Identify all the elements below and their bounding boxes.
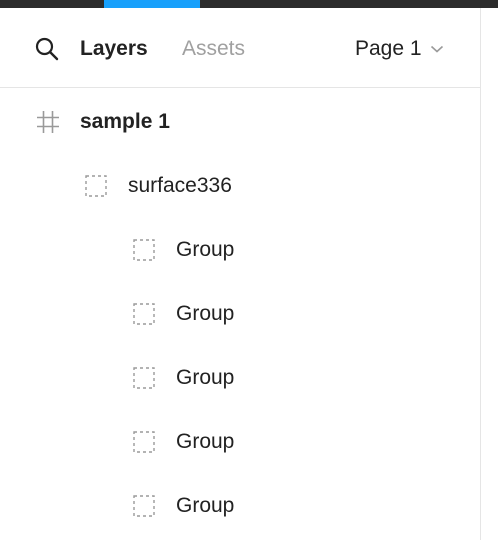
layer-name: Group <box>176 366 235 389</box>
tab-assets[interactable]: Assets <box>182 36 245 62</box>
layers-panel-window: Layers Assets Page 1 sample 1 surface336… <box>0 0 498 540</box>
active-tool-indicator <box>104 0 200 8</box>
group-dashed-icon <box>133 367 155 389</box>
layer-row-group[interactable]: Group <box>0 474 480 538</box>
layer-row-group[interactable]: Group <box>0 346 480 410</box>
panel-header: Layers Assets Page 1 <box>0 8 480 88</box>
group-dashed-icon <box>133 431 155 453</box>
layer-name: Group <box>176 494 235 517</box>
panel-right-border <box>480 8 481 540</box>
page-selector-label: Page 1 <box>355 37 422 60</box>
layer-row-surface336[interactable]: surface336 <box>0 154 480 218</box>
layer-name: Group <box>176 302 235 325</box>
layer-name: sample 1 <box>80 110 170 133</box>
layer-row-sample-1[interactable]: sample 1 <box>0 90 480 154</box>
layer-row-group[interactable]: Group <box>0 218 480 282</box>
group-dashed-icon <box>133 495 155 517</box>
group-dashed-icon <box>133 303 155 325</box>
search-icon[interactable] <box>34 36 60 62</box>
page-selector[interactable]: Page 1 <box>355 36 444 62</box>
group-dashed-icon <box>133 239 155 261</box>
chevron-down-icon <box>430 45 443 53</box>
layer-name: Group <box>176 430 235 453</box>
layer-row-group[interactable]: Group <box>0 282 480 346</box>
tab-layers[interactable]: Layers <box>80 36 148 62</box>
layer-name: surface336 <box>128 174 232 197</box>
layer-row-group[interactable]: Group <box>0 410 480 474</box>
top-toolbar-strip <box>0 0 498 8</box>
group-dashed-icon <box>85 175 107 197</box>
layer-name: Group <box>176 238 235 261</box>
frame-hash-icon <box>37 111 59 133</box>
